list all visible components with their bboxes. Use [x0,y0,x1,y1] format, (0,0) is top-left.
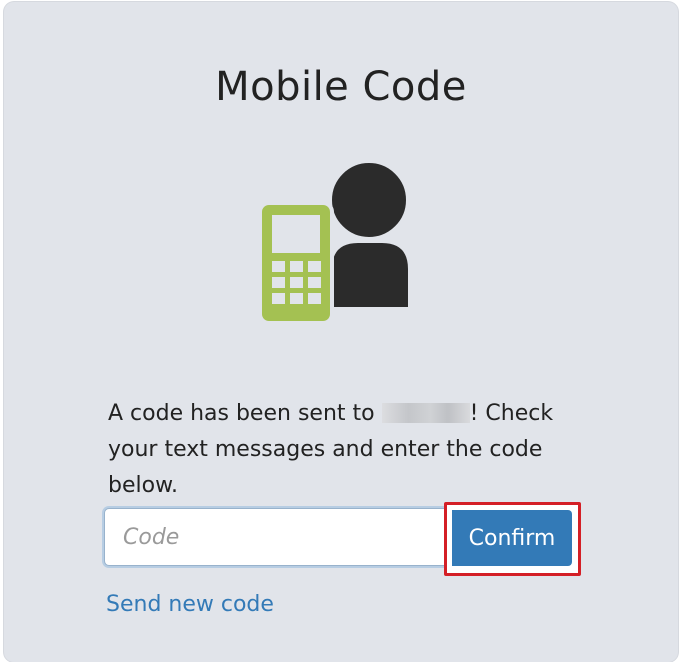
message-prefix: A code has been sent to [108,401,382,426]
send-new-code-link[interactable]: Send new code [106,592,274,617]
confirm-button[interactable]: Confirm [452,510,572,566]
code-input[interactable] [104,508,448,566]
page-title: Mobile Code [215,64,467,110]
instruction-message: A code has been sent to ! Check your tex… [108,396,568,504]
mobile-phone-user-icon [258,159,412,325]
redacted-phone-number [381,403,470,423]
